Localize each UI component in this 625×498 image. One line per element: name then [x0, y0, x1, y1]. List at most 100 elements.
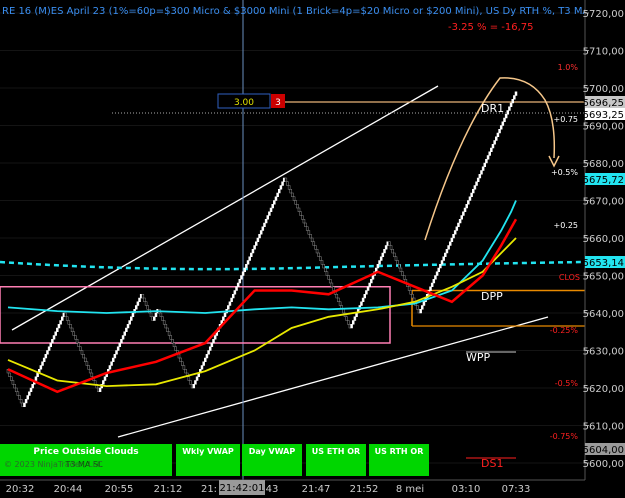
renko-brick-25: [47, 346, 51, 351]
renko-brick-230: [384, 245, 388, 250]
renko-chart[interactable]: RE 16 (M)ES April 23 (1%=60p=$300 Micro …: [0, 0, 625, 498]
pnl-label: -3.25 % = -16,75: [448, 22, 534, 33]
renko-brick-290: [483, 162, 487, 167]
renko-brick-180: [302, 219, 306, 224]
renko-brick-143: [241, 271, 245, 276]
renko-brick-67: [116, 346, 120, 351]
price-tick-label-1: 5710,00: [583, 47, 624, 58]
renko-brick-159: [268, 211, 271, 216]
renko-brick-262: [437, 267, 440, 272]
renko-brick-170: [286, 181, 289, 186]
close-label: CLOS: [559, 273, 580, 282]
renko-brick-300: [499, 125, 503, 130]
renko-brick-307: [511, 99, 514, 104]
renko-brick-164: [276, 192, 279, 197]
time-tick-label-4: 21:: [201, 484, 217, 495]
renko-brick-284: [473, 185, 477, 190]
renko-brick-305: [508, 106, 511, 111]
renko-brick-56: [98, 387, 102, 392]
renko-brick-279: [465, 204, 468, 209]
renko-brick-140: [236, 282, 240, 287]
price-axis[interactable]: 5720,00 5710,00 5700,00 5690,00 5680,00 5670,…: [583, 0, 625, 480]
renko-brick-49: [87, 365, 90, 370]
renko-brick-132: [223, 312, 227, 317]
renko-brick-123: [208, 346, 212, 351]
time-tick-label-9: 03:10: [452, 484, 481, 495]
renko-brick-163: [274, 196, 278, 201]
renko-brick-259: [432, 279, 436, 284]
time-axis[interactable]: 20:32 20:44 20:55 21:12 21: 43 21:47 21:52 8 mei…: [0, 479, 625, 498]
renko-brick-209: [350, 324, 353, 329]
renko-brick-40: [72, 331, 76, 336]
renko-brick-36: [65, 316, 69, 321]
renko-brick-177: [297, 207, 301, 212]
renko-brick-221: [370, 279, 373, 284]
dr1-label: DR1: [481, 102, 504, 115]
renko-brick-155: [261, 226, 265, 231]
renko-brick-194: [325, 271, 329, 276]
pct-label-0.5: +0.5%: [551, 168, 578, 177]
renko-brick-122: [207, 350, 210, 355]
renko-brick-105: [179, 357, 182, 362]
status-bar: Price Outside Clouds T3 MA SL © 2023 Nin…: [0, 444, 429, 476]
renko-brick-166: [279, 185, 283, 190]
status-label-clouds: Price Outside Clouds: [33, 447, 138, 457]
renko-brick-195: [327, 275, 330, 280]
renko-brick-261: [435, 271, 439, 276]
renko-brick-211: [353, 316, 357, 321]
renko-brick-41: [74, 335, 77, 340]
renko-brick-1: [8, 372, 11, 377]
renko-brick-82: [141, 294, 145, 299]
price-tick-label-9: 5630,00: [583, 347, 624, 358]
trade-count: 3: [275, 98, 281, 108]
crosshair-time-label: 21:42:01: [219, 480, 265, 495]
renko-brick-23: [44, 354, 48, 359]
renko-brick-126: [213, 335, 217, 340]
renko-brick-235: [393, 252, 396, 257]
renko-brick-62: [108, 365, 112, 370]
renko-brick-301: [501, 121, 505, 126]
renko-brick-119: [202, 361, 205, 366]
renko-brick-100: [171, 339, 174, 344]
renko-brick-150: [253, 245, 256, 250]
renko-brick-147: [248, 256, 251, 261]
renko-brick-161: [271, 204, 274, 209]
renko-brick-287: [478, 174, 482, 179]
renko-brick-113: [192, 384, 196, 389]
svg-text:5696,25: 5696,25: [583, 98, 624, 109]
renko-brick-154: [259, 230, 263, 235]
renko-brick-245: [409, 290, 413, 295]
renko-brick-156: [263, 222, 266, 227]
renko-brick-18: [36, 372, 39, 377]
renko-brick-157: [264, 219, 268, 224]
renko-brick-303: [504, 114, 508, 119]
time-tick-label-2: 20:55: [105, 484, 134, 495]
renko-brick-71: [123, 331, 126, 336]
renko-brick-121: [205, 354, 209, 359]
time-tick-label-7: 21:52: [350, 484, 379, 495]
renko-brick-274: [457, 222, 460, 227]
renko-brick-20: [39, 365, 43, 370]
price-tag-bid: 5693,25: [583, 108, 625, 121]
renko-brick-299: [498, 129, 501, 134]
renko-brick-266: [444, 252, 447, 257]
renko-brick-275: [458, 219, 462, 224]
pct-label-0.75: +0.75: [553, 115, 578, 124]
renko-brick-309: [514, 91, 518, 96]
renko-brick-232: [388, 241, 391, 246]
renko-brick-107: [182, 365, 186, 370]
price-tick-label-5: 5670,00: [583, 197, 624, 208]
renko-brick-78: [134, 305, 138, 310]
renko-brick-204: [342, 309, 345, 314]
renko-brick-149: [251, 249, 255, 254]
renko-brick-184: [309, 234, 312, 239]
price-tick-label-7: 5650,00: [583, 272, 624, 283]
renko-brick-286: [476, 177, 480, 182]
renko-brick-185: [310, 237, 314, 242]
renko-brick-12: [26, 395, 29, 400]
renko-brick-110: [187, 376, 191, 381]
renko-brick-4: [13, 384, 16, 389]
pct-label-minus-0.25: -0.25%: [550, 326, 579, 335]
renko-brick-196: [328, 279, 332, 284]
trade-box[interactable]: 3.00 3: [217, 93, 285, 109]
